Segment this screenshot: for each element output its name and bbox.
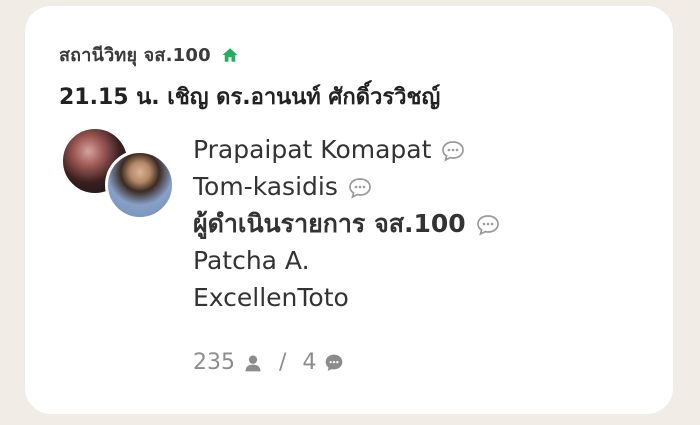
speaker-count: 4 (302, 350, 317, 375)
station-line: สถานีวิทยุ จส.100 (59, 40, 653, 69)
member-name: Patcha A. (193, 246, 310, 275)
list-item: ผู้ดำเนินรายการ จส.100 (193, 205, 500, 242)
member-name: Prapaipat Komapat (193, 135, 432, 164)
station-name: สถานีวิทยุ จส.100 (59, 45, 211, 66)
member-list: Prapaipat Komapat Tom-kasidis ผู้ดำเนินร… (193, 131, 500, 316)
member-name: ผู้ดำเนินรายการ จส.100 (193, 208, 466, 238)
member-name: Tom-kasidis (193, 172, 338, 201)
avatar (105, 150, 175, 220)
list-item: ExcellenToto (193, 279, 500, 316)
stats-separator: / (279, 350, 287, 375)
member-name: ExcellenToto (193, 283, 349, 312)
list-item: Patcha A. (193, 242, 500, 279)
chat-bubble-icon (441, 139, 465, 162)
home-icon (221, 46, 239, 64)
chat-bubble-icon (476, 213, 500, 236)
room-card[interactable]: สถานีวิทยุ จส.100 21.15 น. เชิญ ดร.อานนท… (25, 6, 673, 414)
chat-icon (324, 353, 344, 373)
chat-bubble-icon (348, 176, 372, 199)
speaker-avatars (60, 126, 180, 226)
list-item: Prapaipat Komapat (193, 131, 500, 168)
room-stats: 235 / 4 (193, 350, 344, 375)
room-title: 21.15 น. เชิญ ดร.อานนท์ ศักดิ์วรวิชญ์ (59, 85, 441, 110)
room-header: สถานีวิทยุ จส.100 21.15 น. เชิญ ดร.อานนท… (59, 40, 653, 114)
listener-count: 235 (193, 350, 235, 375)
list-item: Tom-kasidis (193, 168, 500, 205)
person-icon (243, 353, 263, 373)
